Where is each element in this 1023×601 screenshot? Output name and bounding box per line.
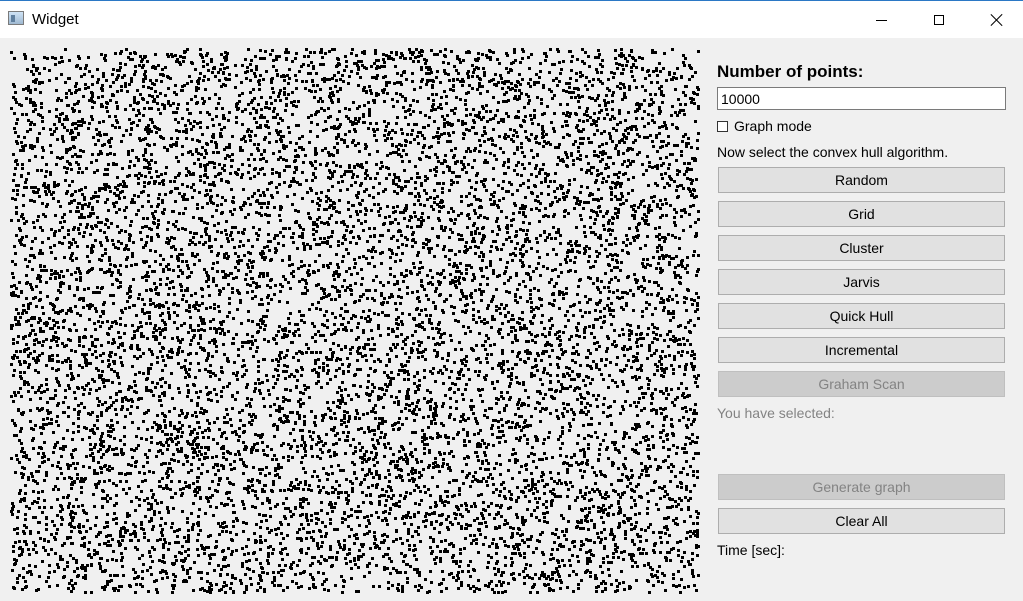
points-input[interactable] xyxy=(717,87,1006,110)
cluster-button[interactable]: Cluster xyxy=(718,235,1005,261)
title-bar: Widget xyxy=(0,0,1023,38)
incremental-button[interactable]: Incremental xyxy=(718,337,1005,363)
clear-all-button[interactable]: Clear All xyxy=(718,508,1005,534)
maximize-button[interactable] xyxy=(910,1,968,39)
point-cloud xyxy=(10,48,700,594)
selected-label: You have selected: xyxy=(717,405,835,421)
graph-mode-label: Graph mode xyxy=(734,118,812,134)
time-label: Time [sec]: xyxy=(717,542,785,558)
minimize-button[interactable] xyxy=(852,1,910,39)
minimize-icon xyxy=(875,20,887,21)
graph-mode-checkbox[interactable] xyxy=(717,120,728,132)
close-icon xyxy=(990,13,1004,27)
random-button[interactable]: Random xyxy=(718,167,1005,193)
window-title: Widget xyxy=(32,11,79,28)
generate-graph-button[interactable]: Generate graph xyxy=(718,474,1005,500)
app-icon xyxy=(8,11,24,25)
scatter-points xyxy=(10,48,700,594)
quick-hull-button[interactable]: Quick Hull xyxy=(718,303,1005,329)
points-heading: Number of points: xyxy=(717,62,864,81)
graham-scan-button[interactable]: Graham Scan xyxy=(718,371,1005,397)
graph-mode-row[interactable]: Graph mode xyxy=(717,118,812,134)
jarvis-button[interactable]: Jarvis xyxy=(718,269,1005,295)
point-canvas[interactable] xyxy=(8,46,700,594)
instruction-text: Now select the convex hull algorithm. xyxy=(717,144,949,160)
maximize-icon xyxy=(934,15,944,25)
close-button[interactable] xyxy=(968,1,1023,39)
grid-button[interactable]: Grid xyxy=(718,201,1005,227)
